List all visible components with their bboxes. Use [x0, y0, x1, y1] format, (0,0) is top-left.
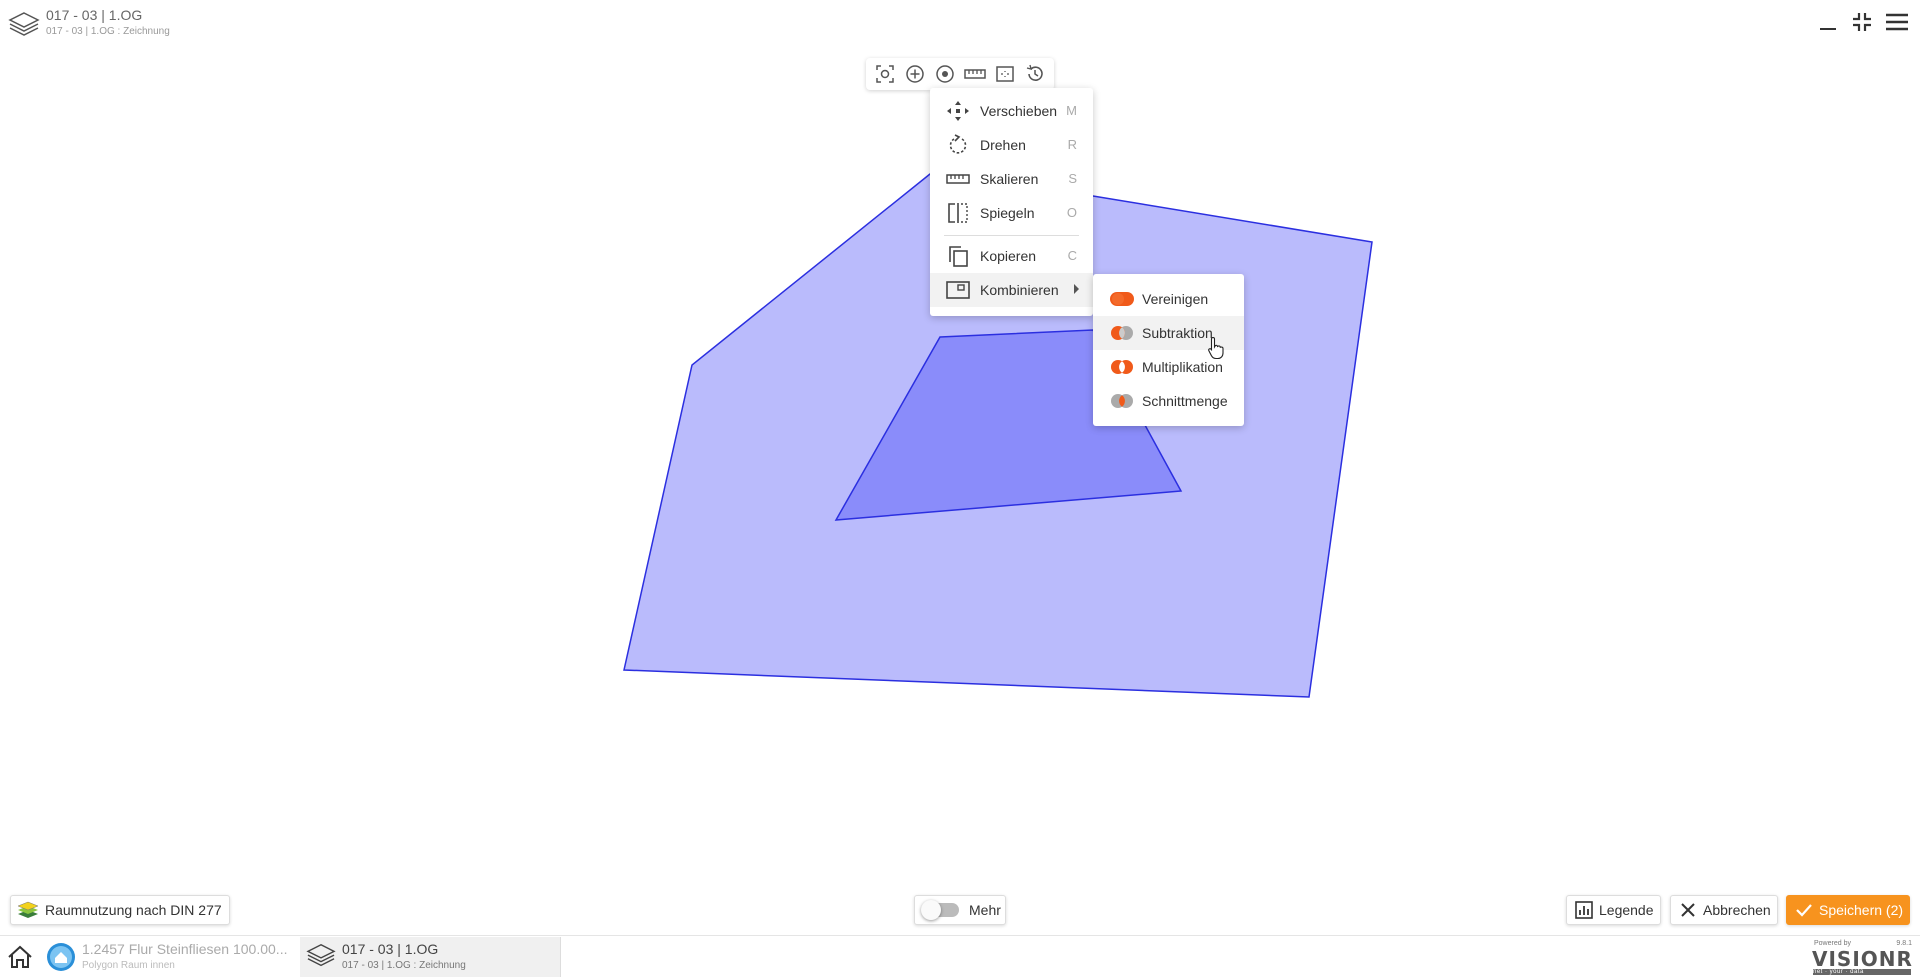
menu-item-kopieren[interactable]: Kopieren C [930, 239, 1093, 273]
copy-icon [946, 245, 970, 267]
collapse-icon[interactable] [1850, 10, 1874, 34]
intersection-icon [1109, 393, 1135, 409]
page-title: 017 - 03 | 1.OG [46, 7, 143, 23]
layer-button[interactable]: Raumnutzung nach DIN 277 [10, 895, 230, 925]
submenu-item-vereinigen[interactable]: Vereinigen [1093, 282, 1244, 316]
task1-title: 1.2457 Flur Steinfliesen 100.00... [82, 941, 288, 957]
move-icon [946, 100, 970, 122]
minimize-icon[interactable] [1816, 10, 1840, 34]
submenu-arrow-icon [1074, 284, 1079, 294]
menu-item-spiegeln[interactable]: Spiegeln O [930, 196, 1093, 230]
legend-button[interactable]: Legende [1566, 895, 1661, 925]
cancel-label: Abbrechen [1703, 902, 1771, 918]
home-icon[interactable] [6, 944, 34, 970]
window-controls [1816, 10, 1908, 34]
chart-icon [1575, 901, 1593, 919]
toggle-switch[interactable] [921, 900, 959, 920]
menu-divider [944, 235, 1079, 236]
task-room-polygon[interactable]: 1.2457 Flur Steinfliesen 100.00... Polyg… [42, 937, 301, 977]
union-icon [1109, 291, 1135, 307]
legend-label: Legende [1599, 902, 1654, 918]
layer-button-label: Raumnutzung nach DIN 277 [45, 902, 222, 918]
layers-icon [8, 10, 40, 40]
add-circle-icon[interactable] [900, 58, 930, 90]
mehr-toggle[interactable]: Mehr [914, 895, 1006, 925]
visionr-logo: VISIONR [1812, 947, 1913, 971]
mirror-icon [946, 202, 970, 224]
view-toolbar [866, 58, 1054, 90]
menu-item-verschieben[interactable]: Verschieben M [930, 94, 1093, 128]
version-label: 9.8.1 [1896, 940, 1912, 947]
menu-item-skalieren[interactable]: Skalieren S [930, 162, 1093, 196]
cancel-button[interactable]: Abbrechen [1670, 895, 1778, 925]
task-drawing[interactable]: 017 - 03 | 1.OG 017 - 03 | 1.OG : Zeichn… [300, 937, 561, 977]
combine-icon [946, 279, 970, 301]
close-icon [1679, 901, 1697, 919]
brand-tagline: net · your · data [1813, 969, 1911, 975]
history-icon[interactable] [1020, 58, 1050, 90]
submenu-item-schnittmenge[interactable]: Schnittmenge [1093, 384, 1244, 418]
layers-color-icon [17, 900, 39, 920]
powered-by-label: Powered by [1814, 940, 1851, 947]
page-subtitle: 017 - 03 | 1.OG : Zeichnung [46, 26, 170, 37]
area-select-icon[interactable] [990, 58, 1020, 90]
target-icon[interactable] [930, 58, 960, 90]
screenshot-icon[interactable] [870, 58, 900, 90]
brand-logo: Powered by 9.8.1 VISIONR net · your · da… [1812, 940, 1914, 976]
rotate-icon [946, 134, 970, 156]
subtraction-icon [1109, 325, 1135, 341]
task1-subtitle: Polygon Raum innen [82, 960, 175, 971]
multiplication-icon [1109, 359, 1135, 375]
scale-icon [946, 168, 970, 190]
ruler-icon[interactable] [960, 58, 990, 90]
mehr-label: Mehr [969, 902, 1001, 918]
task2-title: 017 - 03 | 1.OG [342, 941, 439, 957]
save-label: Speichern (2) [1819, 902, 1904, 918]
layers-icon [306, 942, 336, 970]
menu-item-kombinieren[interactable]: Kombinieren [930, 273, 1093, 307]
task2-subtitle: 017 - 03 | 1.OG : Zeichnung [342, 960, 466, 971]
save-button[interactable]: Speichern (2) [1786, 895, 1910, 925]
menu-item-drehen[interactable]: Drehen R [930, 128, 1093, 162]
room-globe-icon [46, 942, 76, 972]
menu-icon[interactable] [1884, 10, 1908, 34]
check-icon [1795, 901, 1813, 919]
hand-cursor-icon [1208, 336, 1224, 360]
edit-context-menu: Verschieben M Drehen R Skalieren S Spieg… [930, 88, 1093, 316]
